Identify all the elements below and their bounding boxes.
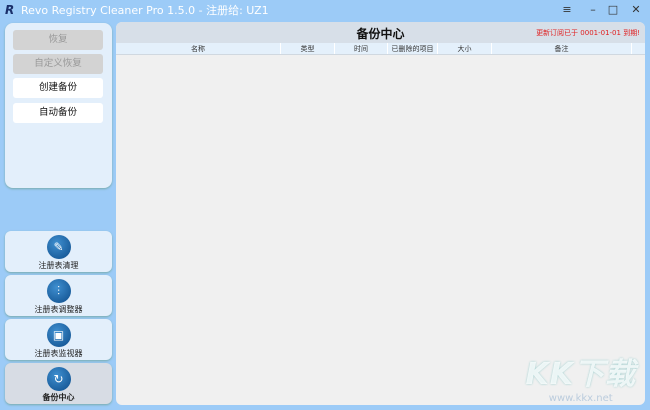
monitor-icon: ▣ bbox=[46, 323, 71, 347]
nav-registry-cleaner[interactable]: ✎ 注册表清理 bbox=[5, 231, 112, 272]
maximize-button[interactable]: □ bbox=[603, 2, 623, 18]
auto-backup-button[interactable]: 自动备份 bbox=[13, 103, 103, 123]
backup-icon: ↻ bbox=[46, 367, 71, 391]
watermark-logo: KK下载 bbox=[525, 357, 636, 392]
close-button[interactable]: ✕ bbox=[626, 2, 646, 18]
column-type[interactable]: 类型 bbox=[281, 43, 335, 54]
app-logo-icon: R bbox=[5, 3, 15, 17]
action-panel: 恢复 自定义恢复 创建备份 自动备份 bbox=[5, 23, 112, 188]
column-name[interactable]: 名称 bbox=[116, 43, 281, 54]
nav-label: 注册表调整器 bbox=[34, 305, 83, 314]
restore-button[interactable]: 恢复 bbox=[13, 30, 103, 50]
menu-button[interactable]: ≡ bbox=[557, 2, 577, 18]
watermark: KK下载 www.kkx.net bbox=[526, 349, 637, 404]
table-header: 名称 类型 时间 已删除的项目 大小 备注 bbox=[116, 43, 645, 55]
column-deleted-items[interactable]: 已删除的项目 bbox=[388, 43, 438, 54]
nav-registry-tweaker[interactable]: ⫶ 注册表调整器 bbox=[5, 275, 112, 316]
panel-header: 备份中心 更新订阅已于 0001-01-01 到期! bbox=[116, 22, 645, 43]
column-notes[interactable]: 备注 bbox=[492, 43, 632, 54]
sliders-icon: ⫶ bbox=[46, 279, 71, 303]
backup-center-panel: 备份中心 更新订阅已于 0001-01-01 到期! 名称 类型 时间 已删除的… bbox=[116, 22, 645, 405]
title-bar: R Revo Registry Cleaner Pro 1.5.0 - 注册给:… bbox=[0, 0, 650, 20]
window-title: Revo Registry Cleaner Pro 1.5.0 - 注册给: U… bbox=[21, 4, 269, 17]
subscription-notice[interactable]: 更新订阅已于 0001-01-01 到期! bbox=[536, 28, 640, 38]
column-size[interactable]: 大小 bbox=[438, 43, 492, 54]
nav-backup-center[interactable]: ↻ 备份中心 bbox=[5, 363, 112, 404]
minimize-button[interactable]: – bbox=[583, 2, 603, 18]
nav-label: 注册表清理 bbox=[38, 261, 79, 270]
broom-icon: ✎ bbox=[46, 235, 71, 259]
nav-label: 备份中心 bbox=[42, 393, 75, 402]
custom-restore-button[interactable]: 自定义恢复 bbox=[13, 54, 103, 74]
column-time[interactable]: 时间 bbox=[335, 43, 388, 54]
nav-label: 注册表监视器 bbox=[34, 349, 83, 358]
watermark-url: www.kkx.net bbox=[548, 393, 613, 404]
create-backup-button[interactable]: 创建备份 bbox=[13, 78, 103, 98]
nav-registry-monitor[interactable]: ▣ 注册表监视器 bbox=[5, 319, 112, 360]
